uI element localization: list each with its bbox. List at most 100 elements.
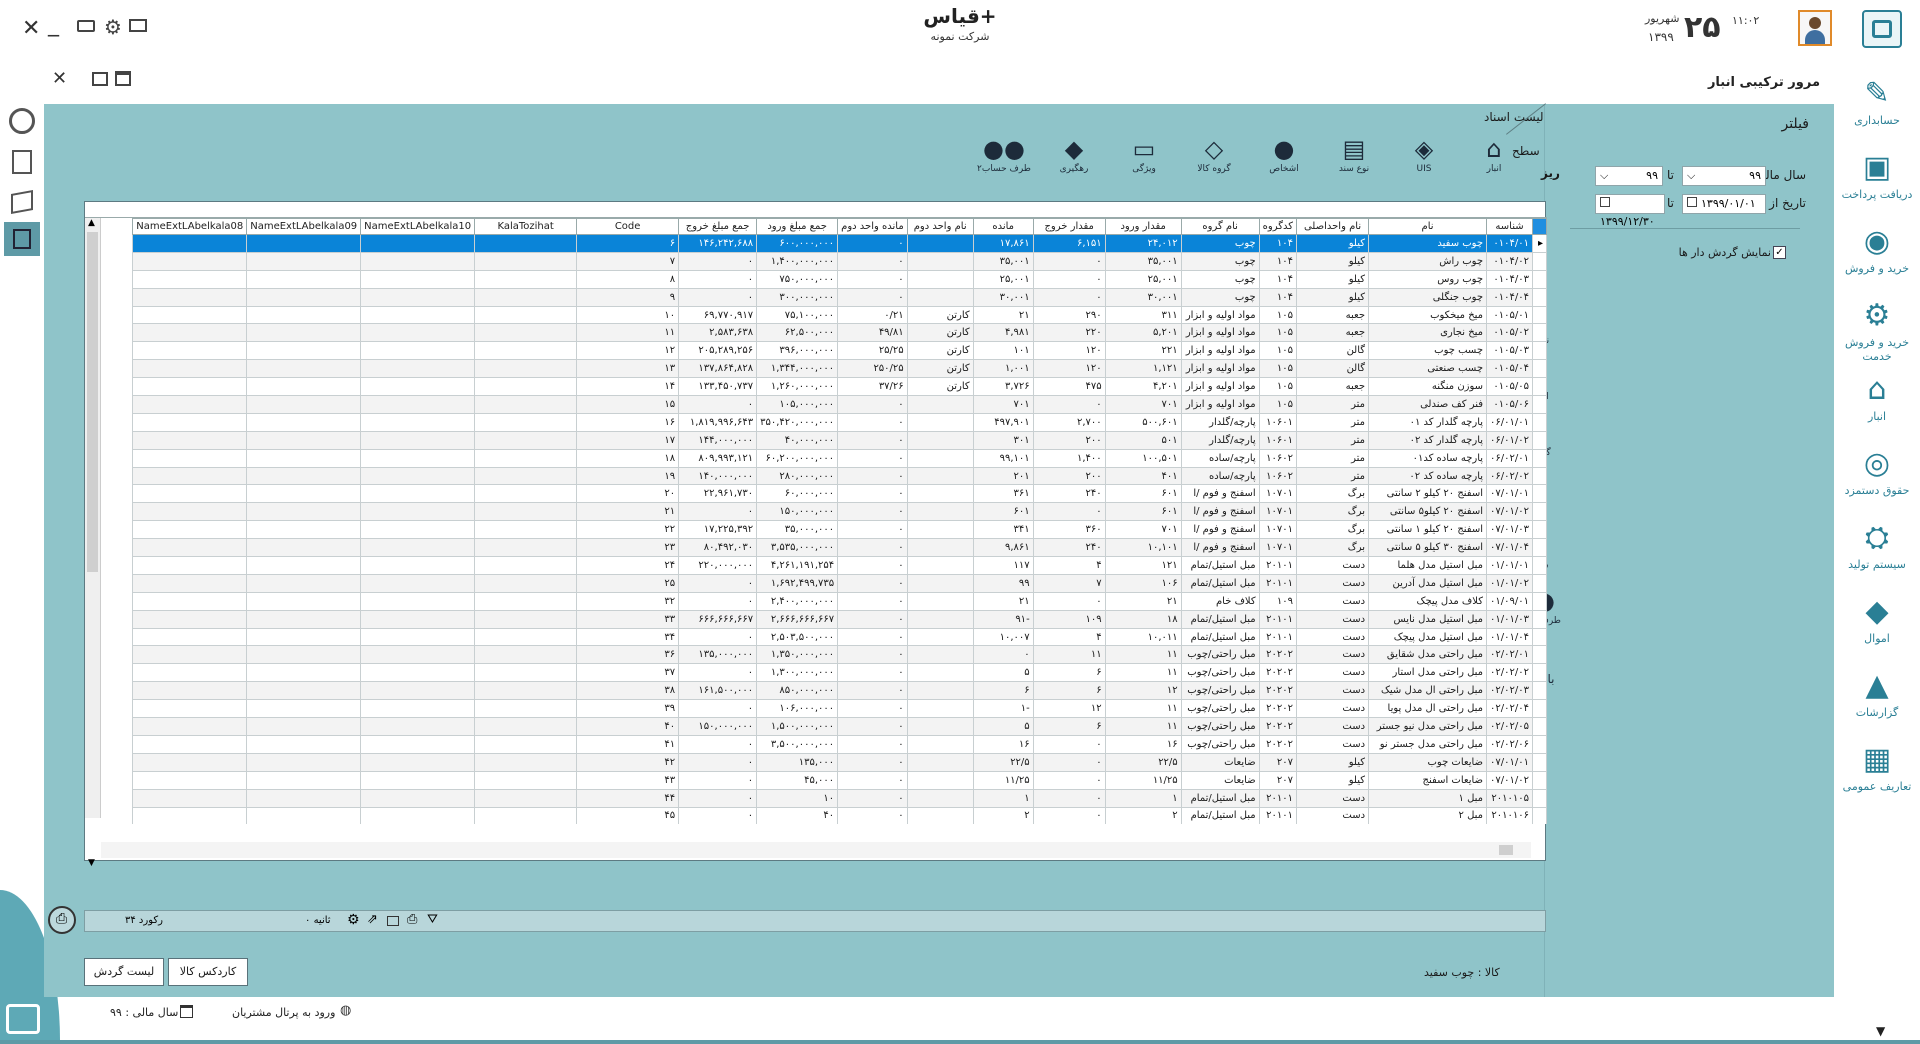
nav-item-3[interactable]: ⚙ خرید و فروش خدمت xyxy=(1834,298,1920,364)
show-active-checkbox[interactable]: ✓ xyxy=(1773,246,1786,259)
table-row[interactable]: ۰۱/۰۱/۰۴ مبل استیل مدل پیچک دست ۲۰۱۰۱ مبل اس… xyxy=(132,627,1547,647)
toolbar-item-3[interactable]: ● اشخاص xyxy=(1254,134,1314,174)
row-selector[interactable] xyxy=(1532,412,1547,432)
toolbar-item-6[interactable]: ◆ رهگیری xyxy=(1044,134,1104,174)
table-row[interactable]: ۰۶/۰۲/۰۲ پارچه ساده کد ۰۲ متر ۱۰۶۰۲ پارچه/سا… xyxy=(132,466,1547,486)
table-row[interactable]: ۰۶/۰۲/۰۱ پارچه ساده کد۰۱ متر ۱۰۶۰۲ پارچه/ساد… xyxy=(132,448,1547,468)
toolbar-item-0[interactable]: ⌂ انبار xyxy=(1464,134,1524,174)
share-icon[interactable]: ⇗ xyxy=(367,912,378,927)
table-row[interactable]: ۰۱۰۵/۰۵ سوزن منگنه جعبه ۱۰۵ مواد اولیه و ابز… xyxy=(132,377,1547,397)
row-selector[interactable] xyxy=(1532,538,1547,558)
column-header[interactable]: نام گروه xyxy=(1180,218,1260,235)
nav-item-0[interactable]: ✎ حسابداری xyxy=(1834,76,1920,128)
row-selector[interactable] xyxy=(1532,251,1547,271)
filter-icon[interactable]: ⛛ xyxy=(427,912,438,927)
row-selector[interactable] xyxy=(1532,627,1547,647)
calendar-icon[interactable] xyxy=(1600,197,1610,207)
table-row[interactable]: ۰۱۰۴/۰۳ چوب روس کیلو ۱۰۴ چوب ۲۵,۰۰۱ ۰ ۲۵,۰۰۱ ۰ ۷۵… xyxy=(132,269,1547,289)
active-view-icon[interactable] xyxy=(4,222,40,256)
column-header[interactable]: نام xyxy=(1368,218,1488,235)
row-selector[interactable]: ▸ xyxy=(1532,234,1547,253)
row-selector[interactable] xyxy=(1532,663,1547,683)
table-row[interactable]: ۰۱۰۵/۰۱ میخ میخکوب جعبه ۱۰۵ مواد اولیه و ابز… xyxy=(132,305,1547,325)
table-row[interactable]: ۰۱۰۵/۰۶ فنر کف صندلی متر ۱۰۵ مواد اولیه و اب… xyxy=(132,395,1547,414)
chevron-down-icon[interactable]: ▼ xyxy=(88,858,95,868)
nav-item-7[interactable]: ◆ اموال xyxy=(1834,594,1920,646)
minimize-icon[interactable]: _ xyxy=(48,12,59,37)
column-header[interactable]: شناسه xyxy=(1486,218,1533,235)
row-selector[interactable] xyxy=(1532,556,1547,575)
table-row[interactable]: ۰۷/۰۱/۰۱ ضایعات چوب کیلو ۲۰۷ ضایعات ۲۲/۵ ۰ ۲۲/۵… xyxy=(132,752,1547,772)
row-selector[interactable] xyxy=(1532,341,1547,361)
close-icon[interactable]: ✕ xyxy=(22,16,40,42)
column-header[interactable]: Code xyxy=(576,218,680,235)
row-selector[interactable] xyxy=(1532,717,1547,736)
column-header[interactable]: مانده xyxy=(972,218,1034,235)
table-row[interactable]: ۰۱/۰۱/۰۳ مبل استیل مدل نایس دست ۲۰۱۰۱ مبل اس… xyxy=(132,609,1547,629)
table-row[interactable]: ۰۷/۰۱/۰۴ اسفنج ۳۰ کیلو ۵ سانتی برگ ۱۰۷۰۱ اسف… xyxy=(132,538,1547,558)
row-selector[interactable] xyxy=(1532,448,1547,468)
table-scroll[interactable]: شناسه نام نام واحداصلی کدگروه نام گروه مقدار … xyxy=(85,218,1547,824)
row-selector[interactable] xyxy=(1532,573,1547,593)
nav-item-1[interactable]: ▣ دریافت پرداخت xyxy=(1834,150,1920,202)
date-to-input[interactable]: ۱۳۹۹/۱۲/۳۰ xyxy=(1595,194,1665,228)
keyboard-icon[interactable] xyxy=(77,20,95,32)
user-avatar[interactable] xyxy=(1798,10,1832,46)
table-row[interactable]: ۰۱۰۵/۰۴ چسب صنعتی گالن ۱۰۵ مواد اولیه و ابزا… xyxy=(132,359,1547,379)
h-scrollbar-thumb[interactable] xyxy=(1499,845,1513,855)
table-row[interactable]: ۰۷/۰۱/۰۱ اسفنج ۲۰ کیلو ۲ سانتی برگ ۱۰۷۰۱ اسف… xyxy=(132,484,1547,504)
row-selector[interactable] xyxy=(1532,609,1547,629)
close-tab-icon[interactable]: ✕ xyxy=(52,68,67,89)
table-row[interactable]: ۰۷/۰۱/۰۲ ضایعات اسفنج کیلو ۲۰۷ ضایعات ۱۱/۲۵ ۰ ۱… xyxy=(132,770,1547,790)
fiscal-to-select[interactable]: ۹۹ ⌵ xyxy=(1595,166,1663,186)
row-selector[interactable] xyxy=(1532,305,1547,325)
row-selector[interactable] xyxy=(1532,699,1547,719)
print-icon[interactable]: ⎙ xyxy=(407,912,417,927)
table-row[interactable]: ۰۱۰۵/۰۳ چسب چوب گالن ۱۰۵ مواد اولیه و ابزار ۲… xyxy=(132,341,1547,361)
row-selector[interactable] xyxy=(1532,645,1547,665)
nav-item-2[interactable]: ◉ خرید و فروش xyxy=(1834,224,1920,276)
scrollbar-thumb[interactable] xyxy=(87,232,98,572)
table-row[interactable]: ۲۰۱۰۱۰۵ مبل ۱ دست ۲۰۱۰۱ مبل استیل/تمام ۱ ۰ ۱ ۰ ۱۰… xyxy=(132,788,1547,808)
row-selector[interactable] xyxy=(1532,520,1547,540)
gear-icon[interactable]: ⚙ xyxy=(104,15,122,39)
table-row[interactable]: ۰۲/۰۲/۰۳ مبل راحتی ال مدل شیک دست ۲۰۲۰۲ مبل … xyxy=(132,681,1547,701)
row-selector[interactable] xyxy=(1532,484,1547,504)
table-row[interactable]: ۰۲/۰۲/۰۶ مبل راحتی مدل جستر نو دست ۲۰۲۰۲ مبل… xyxy=(132,734,1547,754)
settings-icon[interactable]: ⚙ xyxy=(347,912,360,928)
table-row[interactable]: ۰۲/۰۲/۰۱ مبل راحتی مدل شقایق دست ۲۰۲۰۲ مبل ر… xyxy=(132,645,1547,665)
grid-view-icon[interactable] xyxy=(92,72,108,86)
row-selector[interactable] xyxy=(1532,269,1547,289)
chevron-up-icon[interactable]: ▲ xyxy=(88,218,95,228)
table-row[interactable]: ۰۱۰۴/۰۴ چوب جنگلی کیلو ۱۰۴ چوب ۳۰,۰۰۱ ۰ ۳۰,۰۰۱ ۰… xyxy=(132,287,1547,307)
row-selector[interactable] xyxy=(1532,466,1547,486)
row-selector[interactable] xyxy=(1532,734,1547,754)
nav-item-6[interactable]: ⛭ سیستم تولید xyxy=(1834,520,1920,572)
printer-button[interactable]: ⎙ xyxy=(48,906,76,934)
nav-item-5[interactable]: ◎ حقوق دستمزد xyxy=(1834,446,1920,498)
row-selector[interactable] xyxy=(1532,323,1547,343)
row-selector[interactable] xyxy=(1532,806,1547,824)
table-row[interactable]: ۰۱/۰۱/۰۲ مبل استیل مدل آدرین دست ۲۰۱۰۱ مبل ا… xyxy=(132,573,1547,593)
vertical-scrollbar[interactable]: ▲ ▼ xyxy=(85,218,101,868)
table-row[interactable]: ۰۷/۰۱/۰۳ اسفنج ۲۰ کیلو ۱ سانتی برگ ۱۰۷۰۱ اسف… xyxy=(132,520,1547,540)
toolbar-item-7[interactable]: ●● طرف حساب۲ xyxy=(974,134,1034,174)
horizontal-scrollbar[interactable] xyxy=(101,842,1531,858)
row-selector[interactable] xyxy=(1532,287,1547,307)
column-header[interactable]: NameExtLAbelkala08 xyxy=(132,218,248,235)
table-row[interactable]: ۰۲/۰۲/۰۴ مبل راحتی ال مدل پویا دست ۲۰۲۰۲ مبل… xyxy=(132,699,1547,719)
column-header[interactable]: جمع مبلغ ورود xyxy=(756,218,839,235)
column-header[interactable]: کدگروه xyxy=(1258,218,1298,235)
table-icon[interactable] xyxy=(387,916,399,926)
table-row[interactable]: ۰۱/۰۱/۰۱ مبل استیل مدل هلما دست ۲۰۱۰۱ مبل اس… xyxy=(132,556,1547,575)
table-row[interactable]: ۲۰۱۰۱۰۶ مبل ۲ دست ۲۰۱۰۱ مبل استیل/تمام ۲ ۰ ۲ ۰ ۴۰… xyxy=(132,806,1547,824)
column-header[interactable]: NameExtLAbelkala10 xyxy=(360,218,476,235)
table-row[interactable]: ۰۷/۰۱/۰۲ اسفنج ۲۰ کیلو۵ سانتی برگ ۱۰۷۰۱ اسفن… xyxy=(132,502,1547,522)
toolbar-item-5[interactable]: ▭ ویژگی xyxy=(1114,134,1174,174)
table-row[interactable]: ۰۱۰۴/۰۲ چوب راش کیلو ۱۰۴ چوب ۳۵,۰۰۱ ۰ ۳۵,۰۰۱ ۰ ۱,… xyxy=(132,251,1547,271)
monitor-icon[interactable] xyxy=(129,19,147,32)
column-header[interactable]: نام واحداصلی xyxy=(1296,218,1370,235)
column-header[interactable]: NameExtLAbelkala09 xyxy=(246,218,362,235)
scroll-down-icon[interactable]: ▼ xyxy=(1876,1024,1885,1038)
calendar-icon[interactable] xyxy=(1687,197,1697,207)
